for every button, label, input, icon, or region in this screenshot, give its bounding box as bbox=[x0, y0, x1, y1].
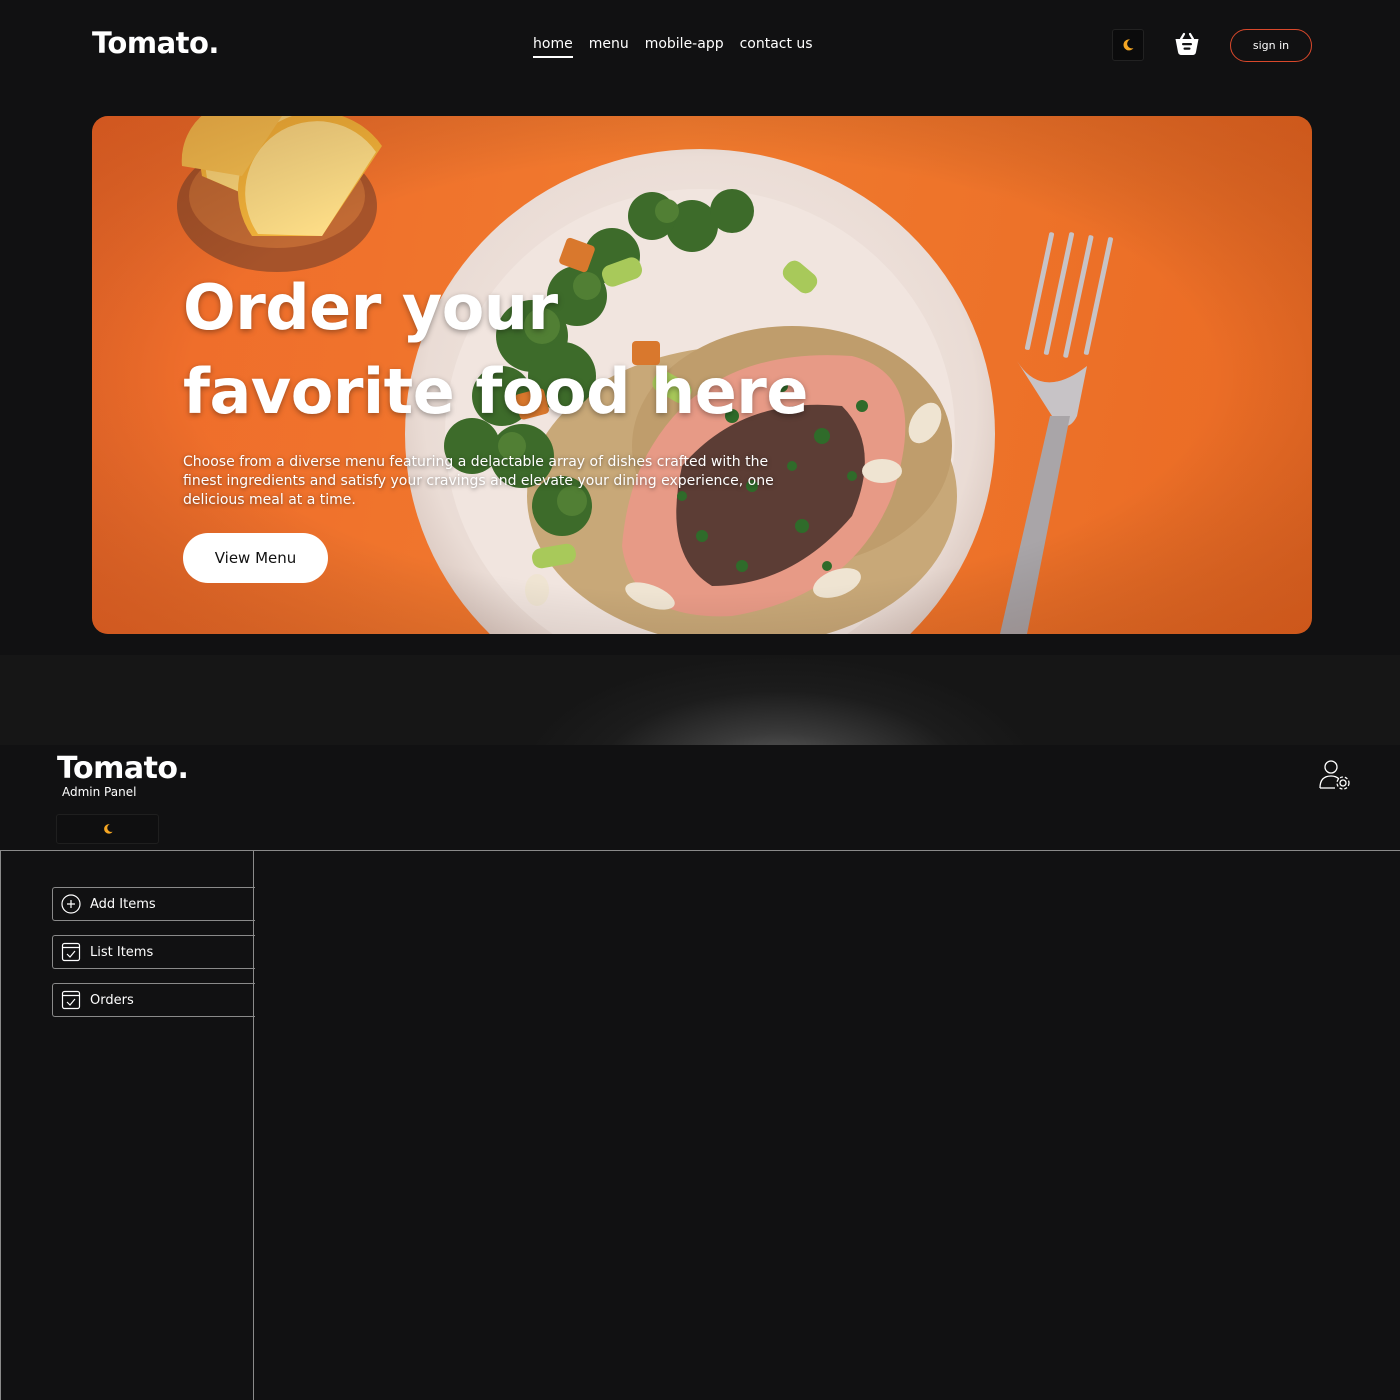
sidebar-item-list-items[interactable]: List Items bbox=[52, 935, 255, 969]
storefront: Tomato. home menu mobile-app contact us … bbox=[0, 0, 1400, 655]
user-settings-icon[interactable] bbox=[1318, 758, 1352, 792]
basket-icon[interactable] bbox=[1173, 30, 1201, 58]
admin-theme-toggle-button[interactable] bbox=[56, 814, 159, 844]
moon-icon bbox=[1123, 39, 1134, 51]
admin-logo[interactable]: Tomato. bbox=[57, 751, 189, 786]
sidebar-item-add-items[interactable]: Add Items bbox=[52, 887, 255, 921]
hero-banner: Order your favorite food here Choose fro… bbox=[92, 116, 1312, 634]
hero-description: Choose from a diverse menu featuring a d… bbox=[183, 454, 774, 508]
view-menu-button[interactable]: View Menu bbox=[183, 533, 328, 583]
admin-sidebar: Add Items List Items Orders bbox=[0, 850, 255, 1400]
checklist-icon bbox=[61, 942, 81, 962]
sidebar-item-label: Orders bbox=[90, 992, 134, 1008]
moon-icon bbox=[103, 824, 113, 834]
nav-mobile-app[interactable]: mobile-app bbox=[645, 36, 724, 58]
admin-panel: Tomato. Admin Panel Add Items List Items bbox=[0, 745, 1400, 1400]
nav-menu[interactable]: menu bbox=[589, 36, 629, 58]
theme-toggle-button[interactable] bbox=[1112, 29, 1144, 61]
section-separator bbox=[0, 655, 1400, 745]
sidebar-item-label: Add Items bbox=[90, 896, 156, 912]
checklist-icon bbox=[61, 990, 81, 1010]
site-logo[interactable]: Tomato. bbox=[92, 26, 219, 60]
sidebar-item-orders[interactable]: Orders bbox=[52, 983, 255, 1017]
nav-contact-us[interactable]: contact us bbox=[740, 36, 813, 58]
main-nav: home menu mobile-app contact us bbox=[533, 36, 813, 58]
sidebar-item-label: List Items bbox=[90, 944, 154, 960]
add-circle-icon bbox=[61, 894, 81, 914]
hero-title: Order your favorite food here bbox=[183, 271, 808, 428]
admin-subtitle: Admin Panel bbox=[62, 785, 137, 799]
nav-home[interactable]: home bbox=[533, 36, 573, 58]
sign-in-button[interactable]: sign in bbox=[1230, 29, 1312, 62]
